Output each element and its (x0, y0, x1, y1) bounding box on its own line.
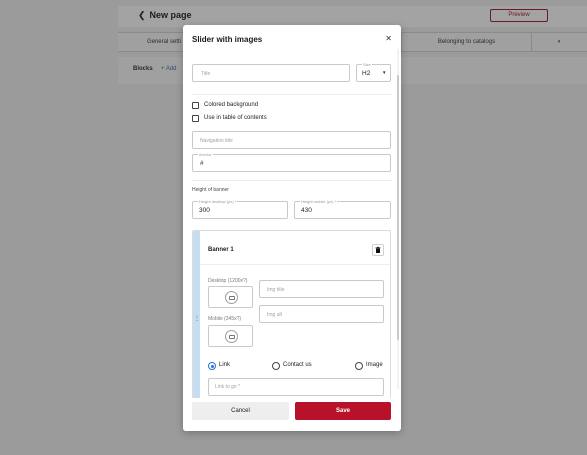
slider-with-images-dialog: Slider with images ✕ Title Size H2 ▼ Col… (183, 25, 401, 431)
dialog-footer: Cancel Save (183, 398, 401, 431)
navigation-title-input[interactable]: Navigation title (192, 131, 391, 149)
height-desktop-value: 300 (199, 207, 210, 214)
link-to-go-placeholder: Link to go * (215, 384, 241, 390)
anchor-input[interactable]: Anchor # (192, 152, 391, 172)
no-image-icon (225, 330, 238, 343)
size-select[interactable]: Size H2 ▼ (356, 62, 391, 82)
banner-drag-strip[interactable]: ⋮ (193, 231, 200, 399)
table-of-contents-label: Use in table of contents (204, 115, 267, 121)
drag-handle-icon[interactable]: ⋮ (194, 316, 200, 322)
more-icon: ◐ (557, 39, 562, 45)
title-placeholder: Title (201, 71, 211, 77)
colored-background-checkbox[interactable] (192, 102, 199, 109)
cancel-button[interactable]: Cancel (192, 402, 289, 420)
anchor-label: Anchor (198, 152, 213, 157)
size-value: H2 (362, 70, 371, 77)
img-alt-placeholder: Img alt (267, 312, 283, 318)
dialog-title: Slider with images (192, 35, 263, 44)
image-radio-label: Image (366, 362, 383, 368)
save-button[interactable]: Save (295, 402, 391, 420)
contact-us-radio-label: Contact us (283, 362, 312, 368)
back-link[interactable]: ❮ New page (138, 10, 192, 21)
banner-divider (200, 264, 390, 265)
divider (192, 94, 392, 95)
height-mobile-input[interactable]: Height mobile (px) * 430 (294, 199, 391, 219)
link-radio[interactable] (208, 362, 216, 370)
close-icon[interactable]: ✕ (385, 34, 392, 43)
mobile-image-upload[interactable] (208, 325, 253, 347)
divider (192, 180, 392, 181)
tab-more[interactable]: ◐ (531, 32, 587, 52)
banner-card: ⋮ Banner 1 Desktop (1200x?) Img title Mo… (192, 230, 391, 400)
img-title-placeholder: Img title (267, 287, 285, 293)
height-desktop-input[interactable]: Height desktop (px) * 300 (192, 199, 288, 219)
chevron-down-icon: ▼ (382, 70, 387, 75)
size-label: Size (362, 62, 372, 67)
height-section-title: Height of banner (192, 187, 229, 193)
title-input[interactable]: Title (192, 64, 350, 82)
add-block-button[interactable]: + Add (161, 66, 177, 72)
no-image-icon (225, 291, 238, 304)
scrollbar-thumb[interactable] (397, 75, 399, 340)
mobile-image-label: Mobile (345x?) (208, 316, 242, 322)
anchor-value: # (200, 160, 204, 167)
tab-belonging-to-catalogs[interactable]: Belonging to catalogs (401, 32, 531, 52)
blocks-label: Blocks (133, 66, 153, 72)
height-mobile-label: Height mobile (px) * (300, 199, 338, 204)
link-radio-label: Link (219, 362, 231, 368)
height-desktop-label: Height desktop (px) * (198, 199, 238, 204)
image-radio[interactable] (355, 362, 363, 370)
banner-title: Banner 1 (208, 247, 234, 253)
table-of-contents-checkbox[interactable] (192, 115, 199, 122)
tab-general-settings[interactable]: General setti (118, 32, 183, 52)
chevron-left-icon: ❮ (138, 10, 146, 20)
desktop-image-upload[interactable] (208, 286, 253, 308)
img-alt-input[interactable]: Img alt (259, 305, 384, 323)
link-to-go-input[interactable]: Link to go * (208, 378, 384, 396)
contact-us-radio[interactable] (272, 362, 280, 370)
height-mobile-value: 430 (301, 207, 312, 214)
img-title-input[interactable]: Img title (259, 280, 384, 298)
navigation-title-placeholder: Navigation title (200, 138, 233, 144)
preview-button[interactable]: Preview (490, 9, 548, 22)
desktop-image-label: Desktop (1200x?) (208, 278, 248, 284)
delete-banner-button[interactable] (372, 244, 384, 256)
trash-icon (375, 246, 381, 253)
back-label: New page (149, 10, 192, 20)
colored-background-label: Colored background (204, 102, 259, 108)
